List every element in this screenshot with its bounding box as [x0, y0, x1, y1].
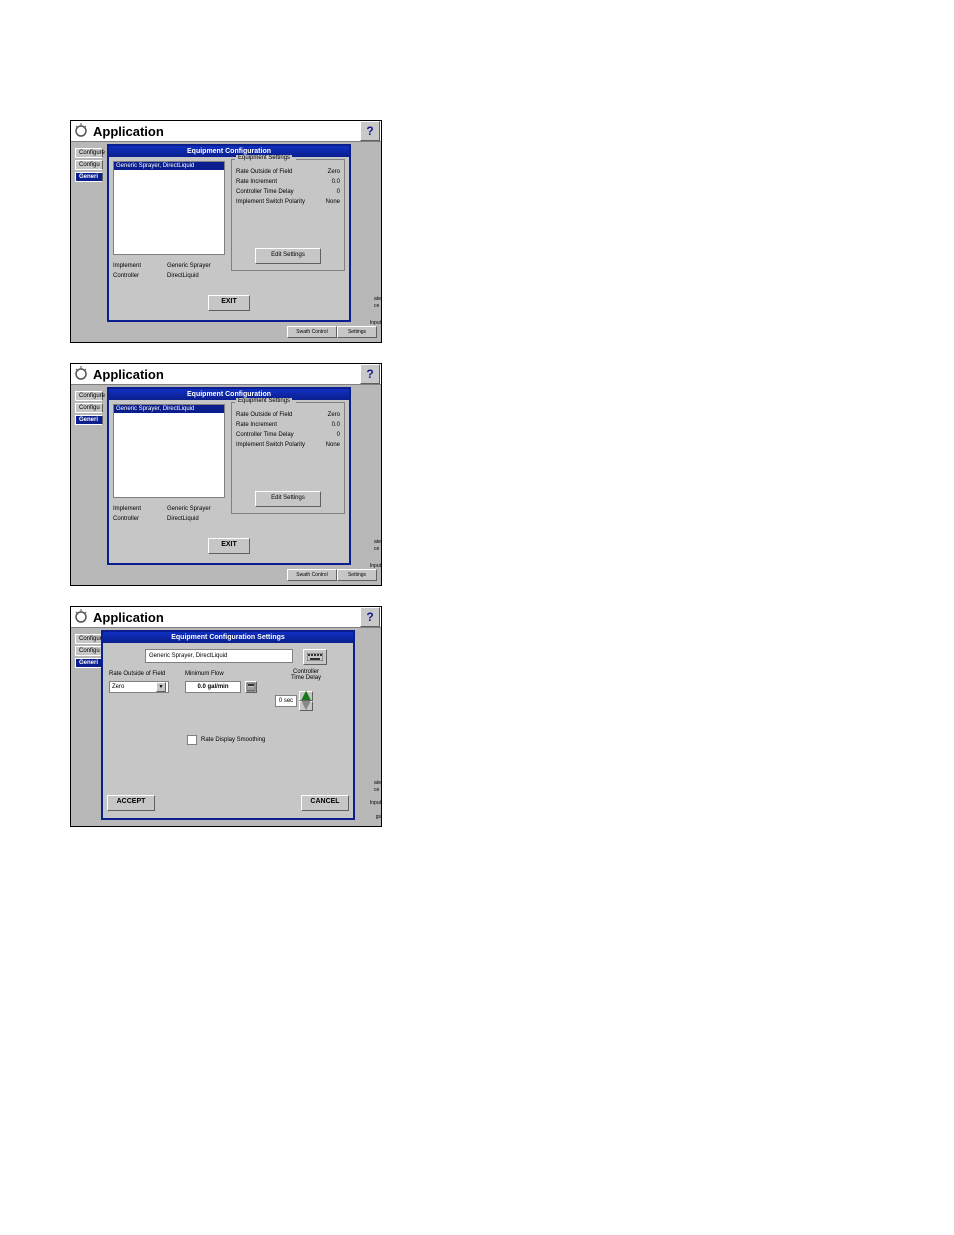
side-tabs: Configure Configu Generi — [75, 634, 103, 670]
listbox-selected[interactable]: Generic Sprayer, DirectLiquid — [114, 405, 224, 413]
equipment-settings-group: Equipment Settings Rate Outside of Field… — [231, 159, 345, 271]
dialog-title: Equipment Configuration — [109, 389, 349, 400]
app-title: Application — [93, 610, 359, 625]
group-label: Equipment Settings — [236, 398, 292, 404]
swath-control-button[interactable]: Swath Control — [287, 569, 337, 581]
cancel-button[interactable]: CANCEL — [301, 795, 349, 811]
peek-text-2: Input — [370, 320, 381, 327]
settings-readout: Rate Outside of FieldZero Rate Increment… — [236, 410, 340, 450]
help-button[interactable]: ? — [360, 607, 380, 627]
config-listbox[interactable]: Generic Sprayer, DirectLiquid — [113, 161, 225, 255]
equipment-config-dialog: Equipment Configuration Generic Sprayer,… — [107, 144, 351, 322]
keyboard-button[interactable] — [303, 649, 327, 665]
tab-configure-2[interactable]: Configu — [75, 646, 103, 656]
config-listbox[interactable]: Generic Sprayer, DirectLiquid — [113, 404, 225, 498]
equipment-settings-group: Equipment Settings Rate Outside of Field… — [231, 402, 345, 514]
tab-generic[interactable]: Generi — [75, 172, 103, 182]
window-titlebar: Application ? — [71, 607, 381, 628]
exit-button[interactable]: EXIT — [208, 295, 250, 311]
rate-display-smoothing-checkbox[interactable]: Rate Display Smoothing — [187, 735, 265, 745]
rate-outside-value: Zero — [112, 682, 124, 692]
settings-button[interactable]: Settings — [337, 569, 377, 581]
min-flow-label: Minimum Flow — [185, 671, 224, 677]
tab-configure-1[interactable]: Configure — [75, 391, 103, 401]
tab-configure-2[interactable]: Configu — [75, 160, 103, 170]
peek-text: ate ce — [374, 780, 381, 794]
app-icon — [73, 609, 89, 625]
min-flow-value[interactable]: 0.0 gal/min — [185, 681, 241, 693]
checkbox-label: Rate Display Smoothing — [201, 737, 265, 743]
tab-generic[interactable]: Generi — [75, 415, 103, 425]
exit-button[interactable]: EXIT — [208, 538, 250, 554]
swath-control-button[interactable]: Swath Control — [287, 326, 337, 338]
time-delay-label: Controller Time Delay — [283, 669, 329, 681]
tab-configure-1[interactable]: Configure — [75, 148, 103, 158]
screenshot-1: Application ? Configure Configu Generi S… — [70, 120, 382, 343]
app-title: Application — [93, 367, 359, 382]
tab-generic[interactable]: Generi — [75, 658, 103, 668]
client-area: Configure Configu Generi Swath Control S… — [71, 385, 381, 585]
screenshot-3: Application ? Configure Configu Generi a… — [70, 606, 382, 827]
help-button[interactable]: ? — [360, 364, 380, 384]
rate-outside-label: Rate Outside of Field — [109, 671, 165, 677]
edit-settings-button[interactable]: Edit Settings — [255, 248, 321, 264]
app-icon — [73, 366, 89, 382]
device-name-field[interactable]: Generic Sprayer, DirectLiquid — [145, 649, 293, 663]
tab-configure-1[interactable]: Configure — [75, 634, 103, 644]
calculator-button[interactable] — [245, 681, 257, 693]
window-titlebar: Application ? — [71, 121, 381, 142]
spinner-down-button[interactable]: ▼ — [299, 701, 313, 711]
implement-info: ImplementGeneric Sprayer ControllerDirec… — [113, 261, 211, 281]
listbox-selected[interactable]: Generic Sprayer, DirectLiquid — [114, 162, 224, 170]
settings-button[interactable]: Settings — [337, 326, 377, 338]
peek-text-2: Input — [370, 563, 381, 570]
peek-text-2: Input — [370, 800, 381, 807]
rate-outside-combo[interactable]: Zero ▼ — [109, 681, 169, 693]
client-area: Configure Configu Generi ate ce Input gs… — [71, 628, 381, 826]
equipment-config-dialog: Equipment Configuration Generic Sprayer,… — [107, 387, 351, 565]
document-page: Application ? Configure Configu Generi S… — [0, 0, 954, 1235]
help-button[interactable]: ? — [360, 121, 380, 141]
client-area: Configure Configu Generi Swath Control S… — [71, 142, 381, 342]
app-icon — [73, 123, 89, 139]
checkbox-box — [187, 735, 197, 745]
edit-settings-button[interactable]: Edit Settings — [255, 491, 321, 507]
side-tabs: Configure Configu Generi — [75, 148, 103, 184]
group-label: Equipment Settings — [236, 155, 292, 161]
side-tabs: Configure Configu Generi — [75, 391, 103, 427]
implement-info: ImplementGeneric Sprayer ControllerDirec… — [113, 504, 211, 524]
accept-button[interactable]: ACCEPT — [107, 795, 155, 811]
settings-readout: Rate Outside of FieldZero Rate Increment… — [236, 167, 340, 207]
calculator-icon — [246, 682, 256, 692]
window-titlebar: Application ? — [71, 364, 381, 385]
dialog-title: Equipment Configuration — [109, 146, 349, 157]
equipment-config-settings-dialog: Equipment Configuration Settings Generic… — [101, 630, 355, 820]
app-title: Application — [93, 124, 359, 139]
peek-text-3: gs — [376, 814, 381, 821]
tab-configure-2[interactable]: Configu — [75, 403, 103, 413]
peek-text: ate ce — [374, 296, 381, 310]
peek-text: ate ce — [374, 539, 381, 553]
screenshot-2: Application ? Configure Configu Generi S… — [70, 363, 382, 586]
dialog-title: Equipment Configuration Settings — [103, 632, 353, 643]
time-delay-value[interactable]: 0 sec — [275, 695, 297, 707]
keyboard-icon — [307, 653, 323, 661]
chevron-down-icon: ▼ — [156, 682, 166, 692]
